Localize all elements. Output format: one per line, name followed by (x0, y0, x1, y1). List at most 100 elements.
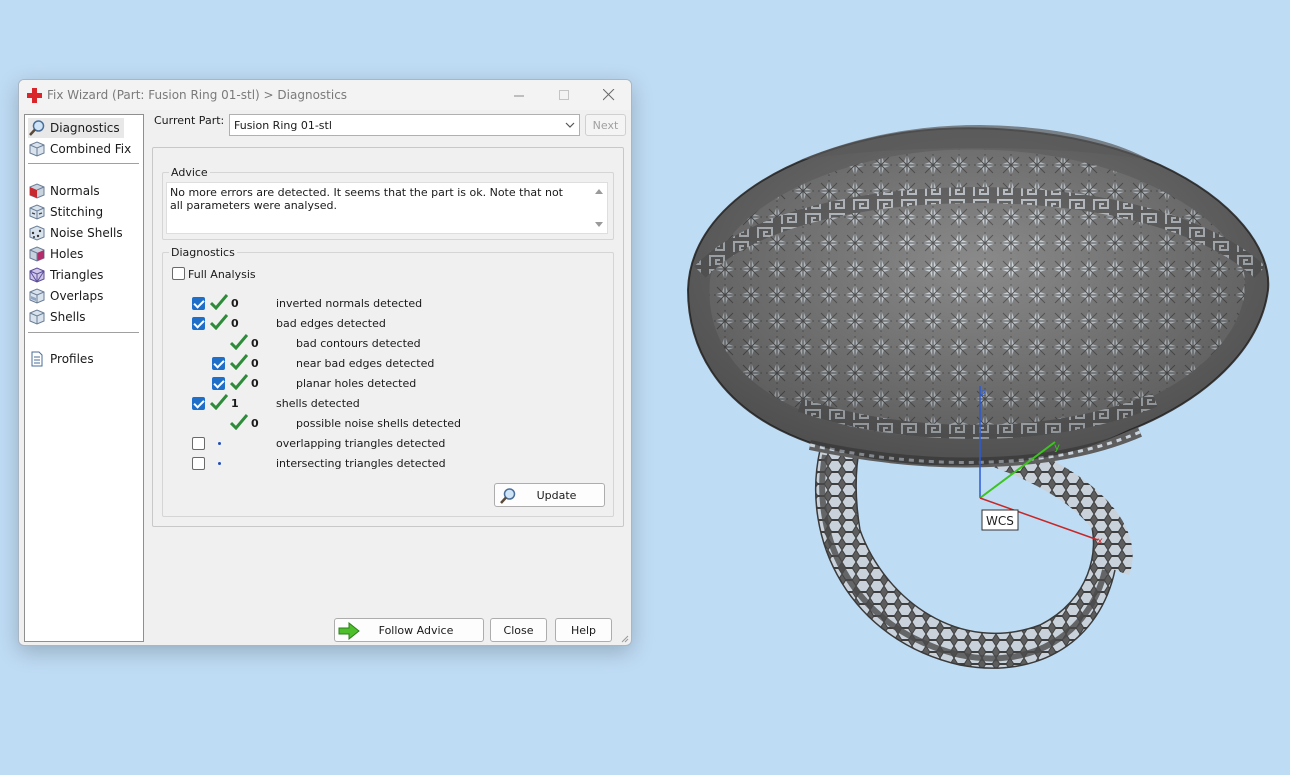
normals-cube-icon (28, 182, 46, 200)
diagnostic-text: bad contours detected (296, 337, 421, 350)
close-icon (603, 89, 615, 101)
scroll-up-icon[interactable] (594, 187, 604, 195)
diagnostic-value: 0 (231, 317, 239, 330)
sidebar-item-label: Diagnostics (50, 121, 120, 135)
advice-textbox[interactable]: No more errors are detected. It seems th… (166, 182, 608, 234)
sidebar-item-label: Shells (50, 310, 86, 324)
not-analysed-dot-icon (218, 462, 221, 465)
chevron-down-icon (565, 122, 575, 128)
sidebar-item-label: Stitching (50, 205, 104, 219)
diagnostic-value: 0 (251, 417, 259, 430)
diagnostic-text: intersecting triangles detected (276, 457, 446, 470)
diagnostic-value: 0 (251, 337, 259, 350)
follow-advice-button[interactable]: Follow Advice (334, 618, 484, 642)
diagnostic-value: 0 (251, 357, 259, 370)
stitching-cube-icon (28, 203, 46, 221)
intersecting-triangles-checkbox[interactable] (192, 457, 205, 470)
window-title: Fix Wizard (Part: Fusion Ring 01-stl) > … (47, 88, 348, 102)
shells-checkbox[interactable] (192, 397, 205, 410)
shells-cube-icon (28, 308, 46, 326)
axis-x-label: x (1097, 536, 1103, 547)
sidebar-divider (28, 163, 139, 164)
sidebar-item-combined-fix[interactable]: Combined Fix (28, 139, 135, 159)
maximize-icon (558, 89, 569, 100)
current-part-label: Current Part: (154, 114, 225, 127)
resize-grip-icon[interactable] (619, 633, 629, 643)
sidebar-item-label: Triangles (50, 268, 104, 282)
near-bad-edges-checkbox[interactable] (212, 357, 225, 370)
app-cross-icon (27, 88, 42, 103)
not-analysed-dot-icon (218, 442, 221, 445)
sidebar-item-stitching[interactable]: Stitching (28, 202, 107, 222)
diagnostic-text: shells detected (276, 397, 360, 410)
inverted-normals-checkbox[interactable] (192, 297, 205, 310)
sidebar-item-label: Noise Shells (50, 226, 123, 240)
planar-holes-checkbox[interactable] (212, 377, 225, 390)
overlapping-triangles-checkbox[interactable] (192, 437, 205, 450)
sidebar-item-noise-shells[interactable]: Noise Shells (28, 223, 127, 243)
green-arrow-icon (338, 622, 360, 640)
diagnostic-value: 0 (231, 297, 239, 310)
diagnostic-text: possible noise shells detected (296, 417, 462, 430)
sidebar-item-normals[interactable]: Normals (28, 181, 104, 201)
sidebar-item-label: Profiles (50, 352, 94, 366)
sidebar-item-diagnostics[interactable]: Diagnostics (28, 118, 124, 138)
next-button[interactable]: Next (585, 114, 626, 136)
sidebar-item-label: Combined Fix (50, 142, 132, 156)
holes-cube-icon (28, 245, 46, 263)
sidebar-item-holes[interactable]: Holes (28, 244, 87, 264)
update-button[interactable]: Update (494, 483, 605, 507)
checkmark-icon (210, 294, 228, 310)
wcs-label: WCS (986, 514, 1014, 528)
current-part-value: Fusion Ring 01-stl (234, 119, 332, 132)
minimize-icon (513, 95, 524, 96)
diagnostic-value: 1 (231, 397, 239, 410)
cube-icon (28, 140, 46, 158)
sidebar-item-shells[interactable]: Shells (28, 307, 90, 327)
advice-title: Advice (169, 166, 210, 179)
title-bar[interactable]: Fix Wizard (Part: Fusion Ring 01-stl) > … (19, 80, 631, 110)
axis-y-label: y (1054, 442, 1060, 453)
help-button[interactable]: Help (555, 618, 612, 642)
sidebar-item-label: Holes (50, 247, 84, 261)
scroll-down-icon[interactable] (594, 221, 604, 229)
checkmark-icon (210, 394, 228, 410)
current-part-select[interactable]: Fusion Ring 01-stl (229, 114, 580, 136)
magnifier-icon (28, 119, 46, 137)
sidebar-item-label: Overlaps (50, 289, 104, 303)
checkmark-icon (230, 374, 248, 390)
close-button[interactable]: Close (490, 618, 547, 642)
document-icon (28, 350, 46, 368)
full-analysis-label: Full Analysis (188, 268, 256, 281)
overlaps-cube-icon (28, 287, 46, 305)
axis-z-label: z (981, 388, 986, 399)
sidebar-item-triangles[interactable]: Triangles (28, 265, 107, 285)
checkmark-icon (230, 334, 248, 350)
magnifier-icon (500, 488, 516, 504)
update-label: Update (536, 488, 577, 502)
checkmark-icon (230, 414, 248, 430)
advice-text: No more errors are detected. It seems th… (170, 186, 563, 212)
diagnostic-text: overlapping triangles detected (276, 437, 446, 450)
sidebar-item-overlaps[interactable]: Overlaps (28, 286, 107, 306)
checkmark-icon (230, 354, 248, 370)
minimize-button[interactable] (499, 84, 539, 106)
sidebar-item-profiles[interactable]: Profiles (28, 349, 98, 369)
bad-edges-checkbox[interactable] (192, 317, 205, 330)
noise-shells-icon (28, 224, 46, 242)
triangles-cube-icon (28, 266, 46, 284)
diagnostic-text: bad edges detected (276, 317, 386, 330)
close-window-button[interactable] (589, 84, 629, 106)
ring-model: z y x WCS (686, 125, 1270, 669)
3d-viewport[interactable]: z y x WCS (660, 100, 1290, 700)
checkmark-icon (210, 314, 228, 330)
full-analysis-checkbox[interactable] (172, 267, 185, 280)
fix-wizard-window: Fix Wizard (Part: Fusion Ring 01-stl) > … (18, 79, 632, 646)
sidebar-divider (28, 332, 139, 333)
diagnostic-text: planar holes detected (296, 377, 417, 390)
diagnostic-text: near bad edges detected (296, 357, 435, 370)
diagnostic-value: 0 (251, 377, 259, 390)
sidebar: Diagnostics Combined Fix Normals Stitchi… (24, 114, 144, 642)
sidebar-item-label: Normals (50, 184, 100, 198)
maximize-button[interactable] (544, 84, 584, 106)
